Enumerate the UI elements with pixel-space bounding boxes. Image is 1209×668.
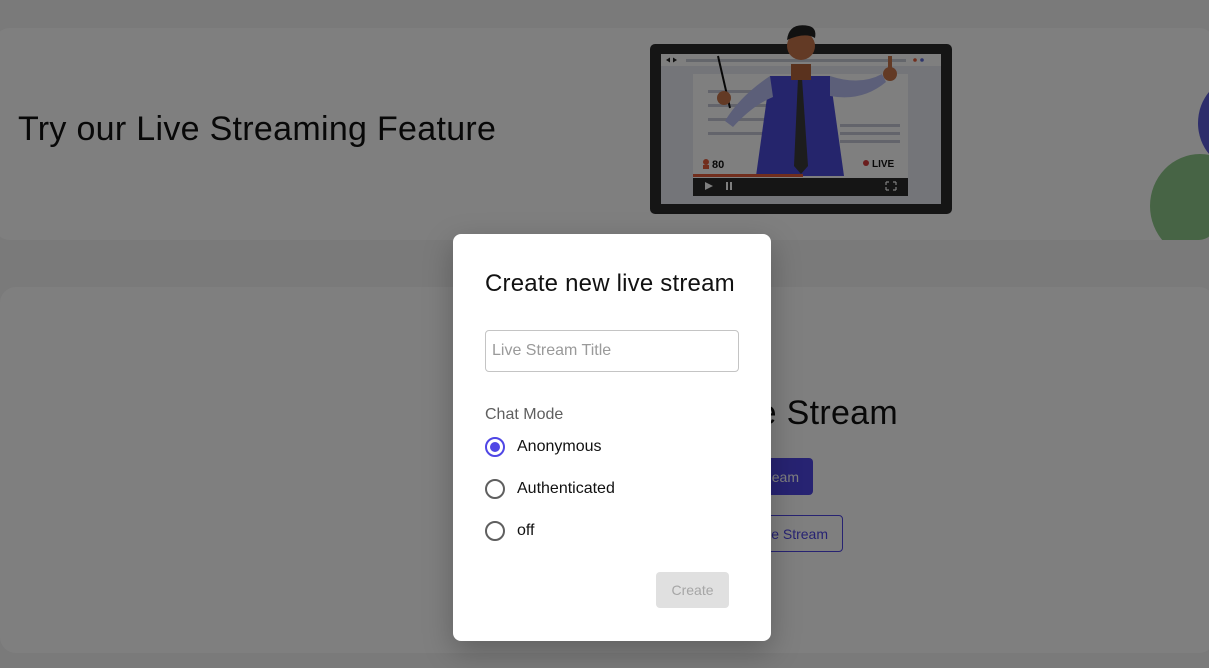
radio-button-checked[interactable] [485, 437, 505, 457]
dialog-title: Create new live stream [485, 270, 735, 297]
radio-button[interactable] [485, 479, 505, 499]
radio-option-off[interactable]: off [485, 520, 535, 542]
create-button[interactable]: Create [656, 572, 729, 608]
radio-label: Anonymous [517, 438, 602, 455]
radio-button[interactable] [485, 521, 505, 541]
live-stream-title-input[interactable] [485, 330, 739, 372]
radio-label: Authenticated [517, 480, 615, 497]
radio-label: off [517, 522, 535, 539]
radio-option-anonymous[interactable]: Anonymous [485, 436, 602, 458]
chat-mode-label: Chat Mode [485, 406, 564, 423]
radio-option-authenticated[interactable]: Authenticated [485, 478, 615, 500]
create-live-stream-dialog: Create new live stream Chat Mode Anonymo… [453, 234, 771, 641]
